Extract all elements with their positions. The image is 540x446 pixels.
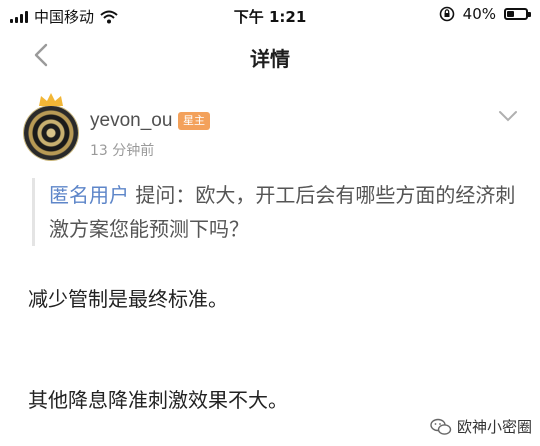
owner-badge: 星主 [178, 112, 210, 130]
answer-line-2: 其他降息降准刺激效果不大。 [28, 388, 288, 412]
avatar[interactable] [24, 106, 78, 160]
status-bar: 中国移动 下午 1:21 40% [0, 0, 540, 30]
asker-name[interactable]: 匿名用户 [49, 183, 129, 207]
battery-percent: 40% [462, 5, 496, 23]
watermark-text: 欧神小密圈 [456, 418, 532, 436]
chevron-down-icon[interactable] [498, 110, 518, 122]
username[interactable]: yevon_ou [90, 110, 172, 132]
nav-bar: 详情 [0, 30, 540, 80]
wechat-icon [430, 418, 452, 435]
watermark: 欧神小密圈 [430, 416, 532, 437]
crown-icon [39, 93, 63, 106]
answer-line-1: 减少管制是最终标准。 [28, 287, 228, 311]
page-title: 详情 [250, 47, 290, 71]
status-right: 40% [439, 5, 531, 23]
post-time: 13 分钟前 [90, 143, 155, 159]
rotation-lock-icon [439, 6, 454, 22]
post-header: yevon_ou 星主 13 分钟前 [0, 93, 540, 166]
question-quote: 匿名用户 提问：欧大，开工后会有哪些方面的经济刺激方案您能预测下吗？ [32, 178, 529, 246]
battery-icon [504, 8, 531, 20]
